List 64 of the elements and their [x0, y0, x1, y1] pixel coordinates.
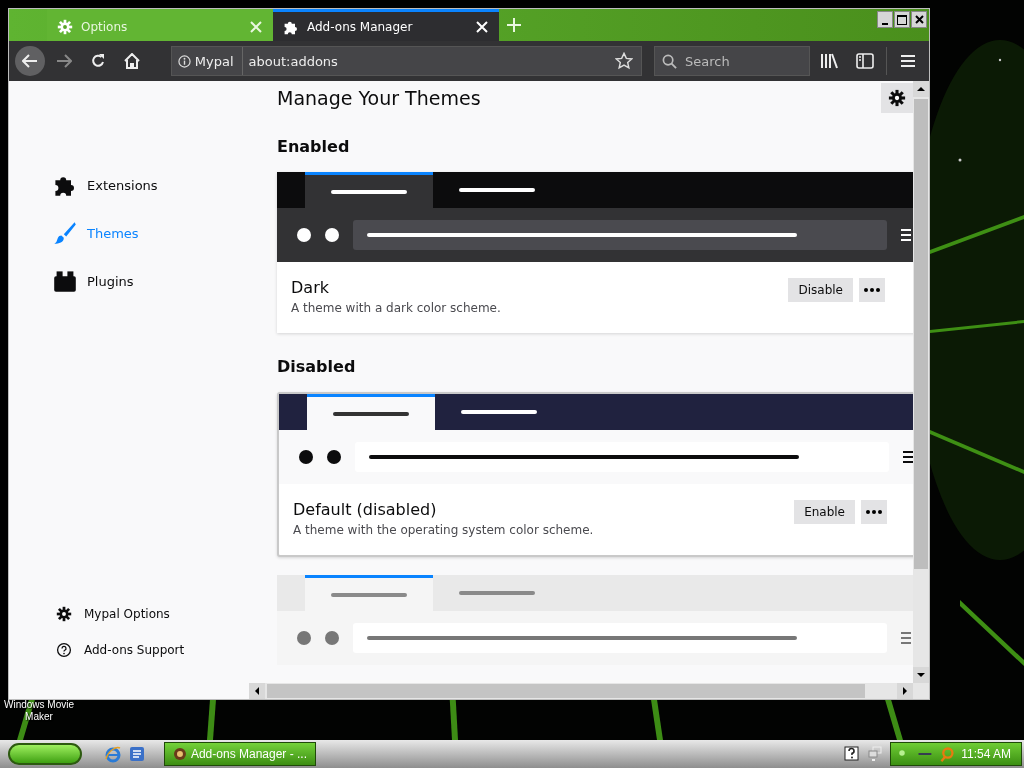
start-button[interactable]	[8, 743, 82, 765]
more-button[interactable]	[861, 500, 887, 524]
minimize-button[interactable]	[877, 11, 893, 28]
sidebar-item[interactable]: Themes	[9, 209, 249, 257]
more-icon	[866, 510, 882, 514]
back-button[interactable]	[15, 46, 45, 76]
search-icon	[662, 54, 677, 69]
plugin-icon	[53, 269, 77, 293]
sidebar-item[interactable]: Extensions	[9, 161, 249, 209]
plus-icon	[507, 18, 521, 32]
gear-icon	[57, 18, 73, 35]
theme-card[interactable]: Default (disabled) A theme with the operating system color scheme. Enable	[277, 392, 913, 557]
page-title: Manage Your Themes	[277, 87, 481, 111]
home-icon	[123, 53, 140, 69]
scroll-down-icon[interactable]	[913, 667, 929, 683]
scroll-left-icon[interactable]	[249, 683, 265, 699]
more-button[interactable]	[859, 278, 885, 302]
theme-description: A theme with a dark color scheme.	[291, 301, 502, 315]
toggle-button[interactable]: Enable	[794, 500, 855, 524]
back-arrow-icon	[21, 54, 38, 68]
brush-icon	[53, 221, 77, 245]
help-icon	[56, 642, 72, 658]
info-icon	[177, 54, 191, 68]
minimize-icon	[882, 22, 888, 25]
url-text: about:addons	[247, 53, 339, 69]
browser-tab[interactable]: Add-ons Manager	[273, 9, 499, 41]
theme-description: A theme with the operating system color scheme.	[293, 523, 595, 537]
sidebar-link[interactable]: Add-ons Support	[9, 641, 249, 659]
section-heading: Enabled	[277, 137, 351, 156]
sidebar-link[interactable]: Mypal Options	[9, 605, 249, 623]
maximize-icon	[897, 14, 907, 25]
theme-name: Dark	[291, 278, 330, 297]
sidebar-item[interactable]: Plugins	[9, 257, 249, 305]
help-tray-icon[interactable]	[844, 746, 860, 762]
horizontal-scrollbar[interactable]	[249, 683, 929, 699]
document-icon[interactable]	[128, 745, 146, 763]
desktop-icon-label[interactable]: Maker	[25, 711, 53, 723]
clock: 11:54 AM	[961, 747, 1011, 761]
toggle-button[interactable]: Disable	[788, 278, 853, 302]
sidebar-icon	[856, 53, 874, 69]
gear-icon	[888, 89, 906, 107]
close-button[interactable]	[911, 11, 927, 28]
theme-card[interactable]: Dark A theme with a dark color scheme. Disable	[277, 172, 913, 333]
vertical-scrollbar[interactable]	[913, 81, 929, 683]
tools-button[interactable]	[881, 83, 913, 113]
scroll-up-icon[interactable]	[913, 81, 929, 97]
menu-icon	[900, 54, 916, 68]
forward-arrow-icon	[55, 54, 72, 68]
star-icon[interactable]	[615, 52, 633, 70]
app-icon	[173, 747, 187, 761]
browser-icon[interactable]	[104, 745, 122, 763]
close-icon	[914, 15, 924, 24]
more-icon	[864, 288, 880, 292]
reload-icon	[89, 53, 106, 69]
gear-icon	[56, 606, 72, 622]
theme-name: Default (disabled)	[293, 500, 438, 519]
scroll-right-icon[interactable]	[897, 683, 913, 699]
maximize-button[interactable]	[894, 11, 910, 28]
search-field[interactable]: Search	[654, 46, 810, 76]
library-icon	[820, 53, 838, 69]
desktop-icon-label[interactable]: Windows Movie	[4, 699, 74, 711]
site-identity-button[interactable]: Mypal	[171, 47, 243, 75]
address-field[interactable]: Mypal about:addons	[170, 46, 642, 76]
section-heading: Disabled	[277, 357, 357, 376]
